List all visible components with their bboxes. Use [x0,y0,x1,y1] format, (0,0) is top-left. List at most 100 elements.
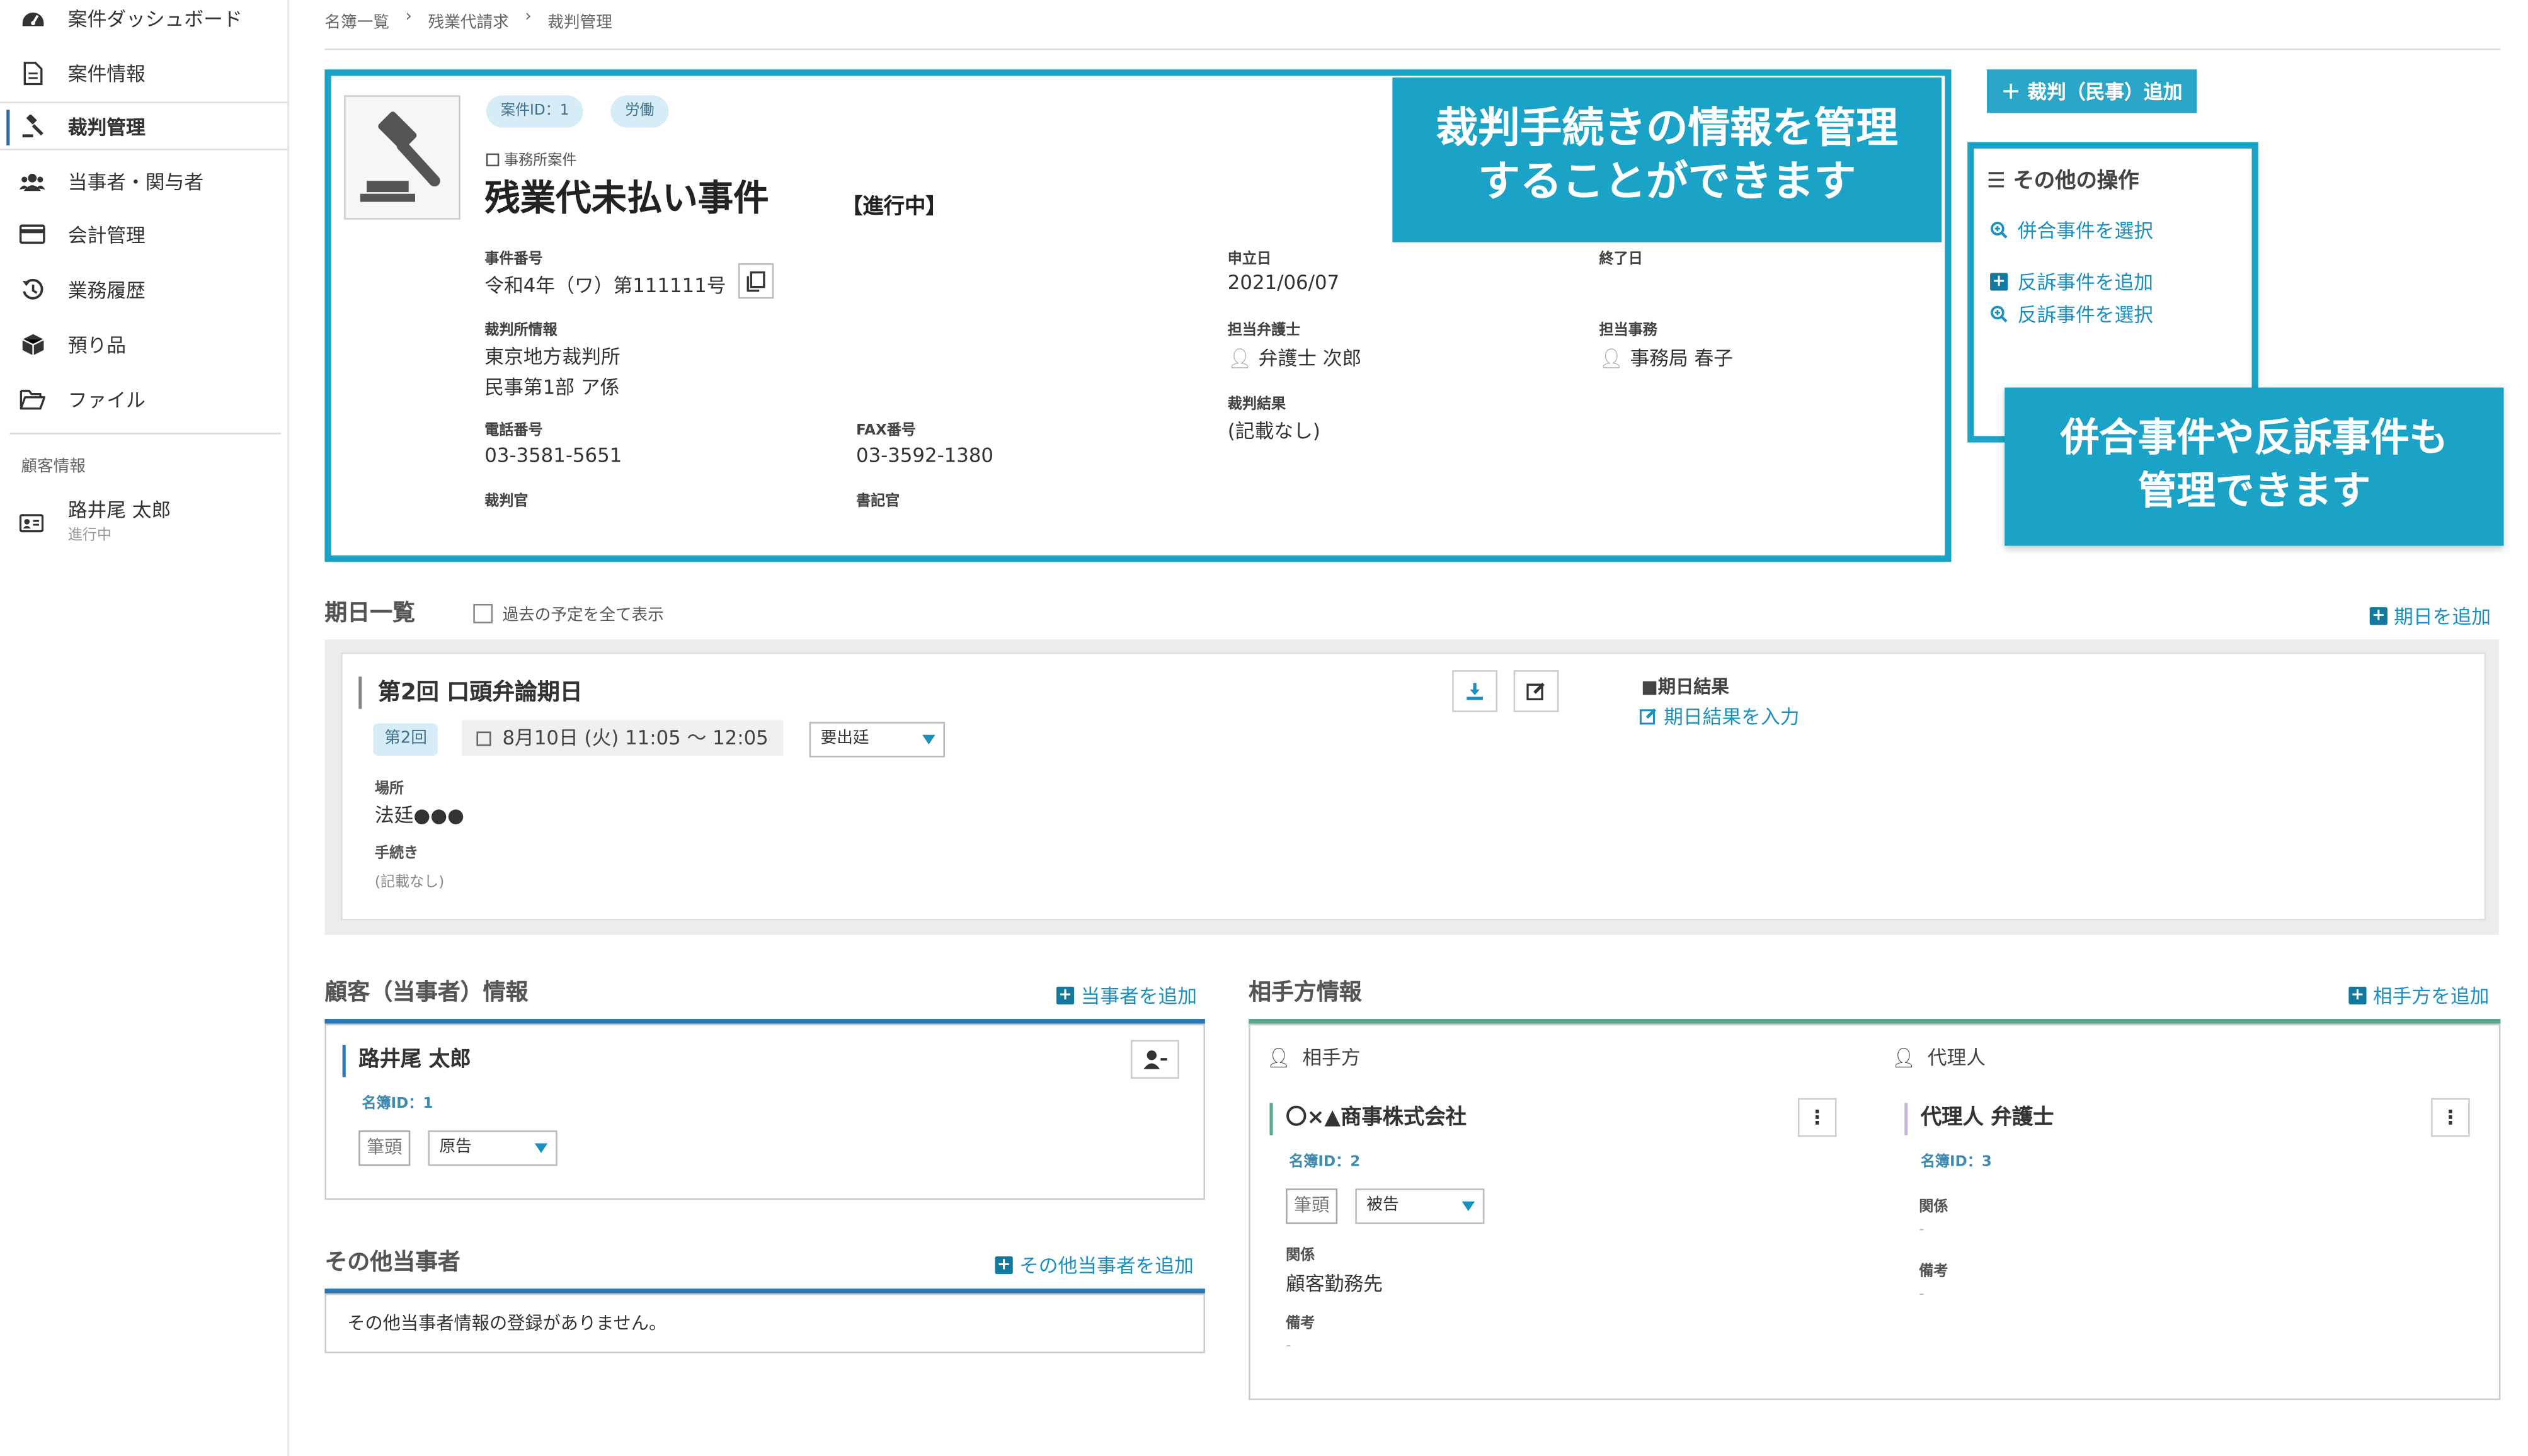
breadcrumb-item[interactable]: 残業代請求 [428,8,509,32]
add-other-party-link[interactable]: + その他当事者を追加 [995,1251,1194,1279]
copy-icon [746,270,765,291]
chevron-down-icon [534,1143,548,1153]
chevron-down-icon [1461,1201,1475,1212]
lawyer-label: 担当弁護士 [1227,322,1301,339]
judge-label: 裁判官 [484,494,529,511]
schedule-title: 期日一覧 [324,600,415,627]
breadcrumb-separator: › [525,8,532,26]
sidebar-item-accounting[interactable]: 会計管理 [0,210,289,258]
client-name[interactable]: 路井尾 太郎 [342,1045,471,1078]
id-card-icon [19,509,44,540]
checkbox-label: 過去の予定を全て表示 [502,607,664,625]
sidebar-item-history[interactable]: 業務履歴 [0,265,289,314]
column-label: 相手方 [1302,1046,1361,1069]
sidebar-item-parties[interactable]: 当事者・関与者 [0,157,289,205]
agent-note-label: 備考 [1919,1264,1948,1281]
link-label: 相手方を追加 [2372,985,2490,1008]
enter-result-link[interactable]: 期日結果を入力 [1639,702,1800,730]
select-merged-case-link[interactable]: 併合事件を選択 [1990,217,2153,244]
callout-case-info: 裁判手続きの情報を管理 することができます [1392,77,1942,242]
sidebar-item-deposits[interactable]: 預り品 [0,320,289,368]
client-panel: 路井尾 太郎 名簿ID：1 筆頭 原告 [324,1023,1205,1200]
fax: 03-3592-1380 [856,444,994,467]
callout-line: することができます [1478,158,1856,207]
add-civil-case-button[interactable]: ＋ 裁判（民事）追加 [1986,69,2197,113]
gavel-icon [20,113,45,139]
breadcrumb: 名簿一覧 › 残業代請求 › 裁判管理 [324,8,612,32]
select-counterclaim-link[interactable]: 反訴事件を選択 [1990,300,2153,328]
show-past-checkbox[interactable]: 過去の予定を全て表示 [473,601,664,625]
phone: 03-3581-5651 [484,444,622,467]
plus-square-icon: + [2369,607,2388,625]
add-opponent-link[interactable]: + 相手方を追加 [2348,982,2489,1010]
sidebar-divider [9,433,282,435]
breadcrumb-item[interactable]: 名簿一覧 [324,8,389,32]
sidebar-item-files[interactable]: ファイル [0,375,289,423]
opponent-section-underline [1249,1019,2501,1024]
sidebar-item-label: 案件情報 [67,62,146,85]
client-person-menu-button[interactable] [1130,1040,1179,1079]
kebab-icon: ⋮ [2440,1106,2461,1129]
attendance-select[interactable]: 要出廷 [809,722,946,758]
secretary-label: 書記官 [856,494,900,511]
search-plus-icon [1991,305,2008,322]
link-label: 反訴事件を選択 [2017,304,2154,326]
filed-date: 2021/06/07 [1227,271,1340,294]
sidebar-item-dashboard[interactable]: 案件ダッシュボード [0,0,289,42]
breadcrumb-item: 裁判管理 [547,14,612,33]
callout-line: 裁判手続きの情報を管理 [1436,105,1898,154]
select-value: 被告 [1366,1197,1399,1215]
case-number: 令和4年（ワ）第111111号 [484,274,726,297]
column-label: 代理人 [1927,1046,1986,1069]
add-party-link[interactable]: + 当事者を追加 [1056,982,1197,1010]
sidebar-item-trial[interactable]: 裁判管理 [0,101,289,151]
lawyer-name: 弁護士 次郎 [1258,347,1362,370]
opponent-relation: 顧客勤務先 [1286,1272,1383,1295]
opponent-menu-button[interactable]: ⋮ [1797,1098,1837,1137]
client-role-select[interactable]: 原告 [428,1130,558,1166]
header-divider [324,48,2501,50]
plus-square-icon: + [1056,986,1075,1004]
box-icon [20,331,45,357]
result-label: 裁判結果 [1227,397,1286,414]
court-dept: 民事第1部 ア係 [484,376,620,399]
edit-button[interactable] [1513,670,1559,712]
copy-button[interactable] [738,263,774,299]
calendar-icon [476,731,491,746]
gavel-icon [360,110,440,202]
building-icon [486,153,500,167]
filed-label: 申立日 [1227,252,1272,268]
add-counterclaim-link[interactable]: + 反訴事件を追加 [1990,268,2153,296]
result: (記載なし) [1227,419,1320,443]
end-label: 終了日 [1599,252,1643,268]
sidebar-item-label: 会計管理 [67,224,146,247]
other-ops-title: ☰ その他の操作 [1987,163,2139,193]
sidebar-item-case-info[interactable]: 案件情報 [0,48,289,97]
link-label: 期日を追加 [2394,605,2491,628]
link-label: 当事者を追加 [1080,985,1198,1008]
agent-menu-button[interactable]: ⋮ [2431,1098,2470,1137]
sidebar-section-title: 顧客情報 [21,458,86,477]
person-icon: 👤︎ [1891,1045,1916,1069]
opponent-section-title: 相手方情報 [1249,980,1362,1006]
plus-square-icon: + [1990,273,2008,291]
link-label: 反訴事件を追加 [2017,271,2154,294]
sidebar-item-label: ファイル [67,388,146,411]
hearing-card: 第2回 口頭弁論期日 第2回 8月10日 (火) 11:05 ～ 12:05 要… [341,652,2486,921]
add-hearing-link[interactable]: + 期日を追加 [2369,602,2491,630]
opponent-role-select[interactable]: 被告 [1355,1188,1485,1224]
clerk: 👤︎ 事務局 春子 [1599,344,1734,372]
client-id: 名簿ID：1 [362,1096,433,1113]
download-button[interactable] [1452,670,1498,712]
agent-relation-label: 関係 [1919,1200,1948,1216]
checkbox[interactable] [473,603,493,623]
fax-label: FAX番号 [856,423,916,440]
agent-name[interactable]: 代理人 弁護士 [1904,1103,2054,1135]
person-icon: 👤︎ [1227,347,1252,370]
firm-case-label: 事務所案件 [486,149,576,169]
place: 法廷●●● [374,804,465,827]
opponent-name[interactable]: 〇×▲商事株式会社 [1269,1103,1467,1135]
sidebar-client[interactable]: 路井尾 太郎 進行中 [0,492,289,547]
agent-column-head: 👤︎ 代理人 [1892,1043,1986,1071]
opponent-panel: 👤︎ 相手方 👤︎ 代理人 〇×▲商事株式会社 ⋮ 名簿ID：2 筆頭 被告 関係 … [1249,1023,2501,1401]
